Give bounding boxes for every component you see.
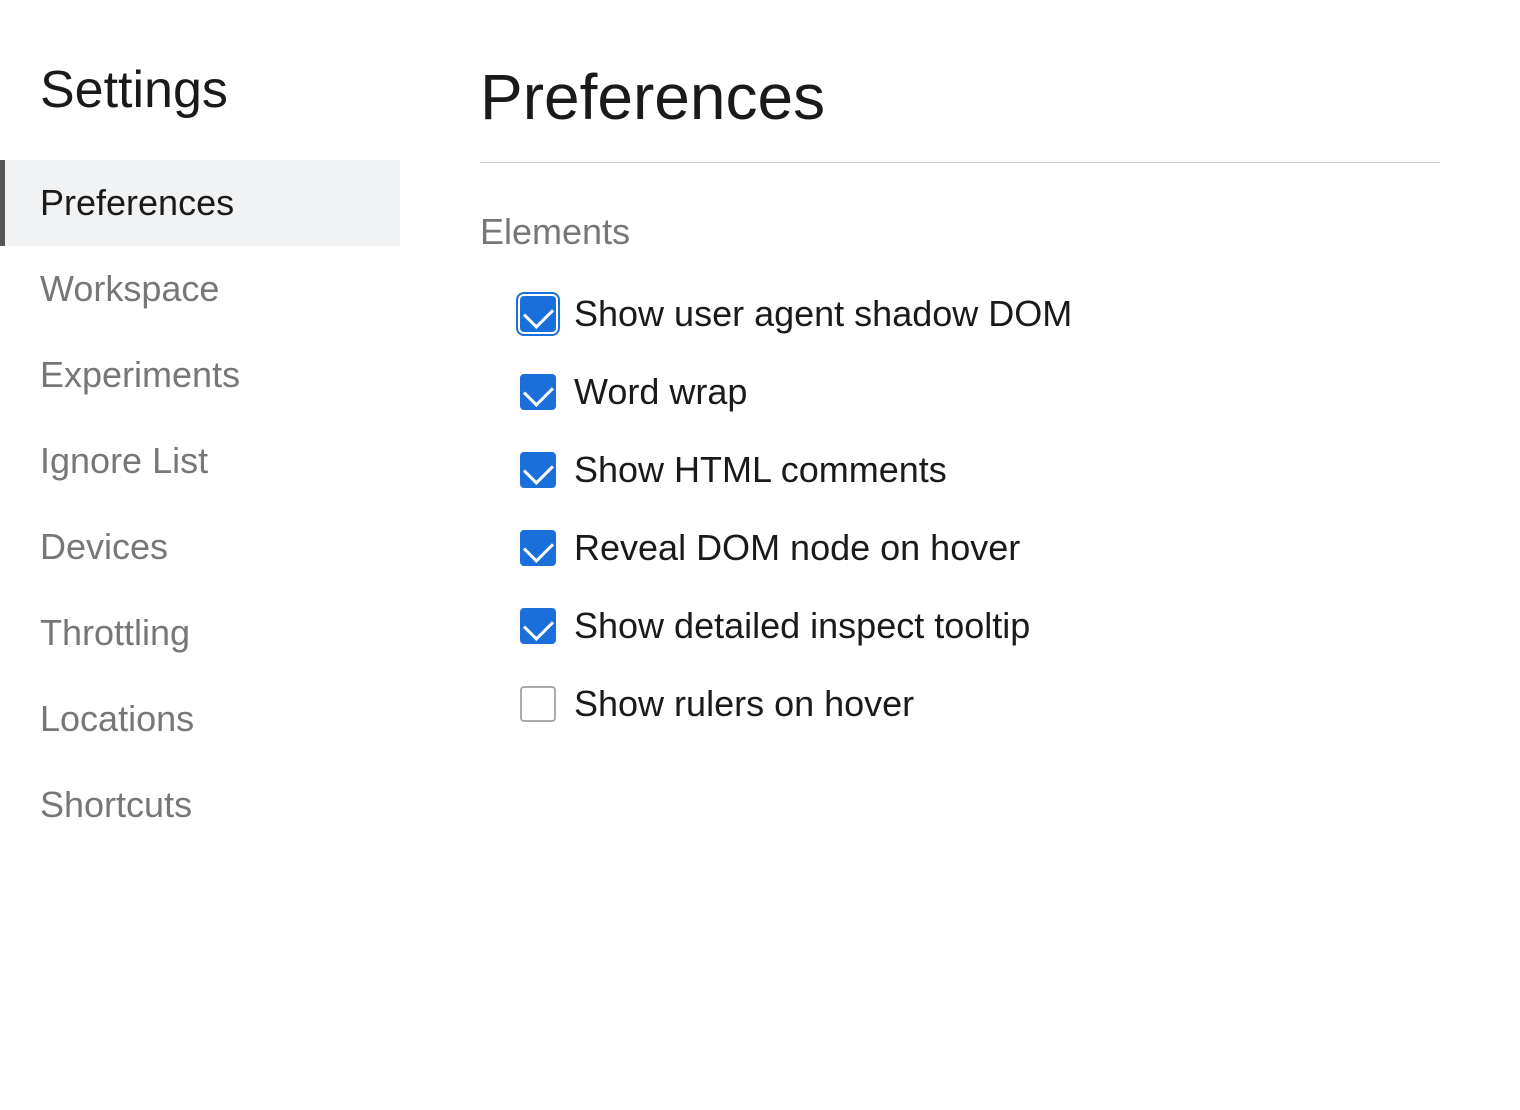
sidebar-item-workspace[interactable]: Workspace — [0, 246, 400, 332]
checkbox-text-html-comments: Show HTML comments — [574, 449, 947, 491]
checkbox-label-inspect-tooltip[interactable]: Show detailed inspect tooltip — [520, 605, 1030, 647]
checkbox-label-shadow-dom[interactable]: Show user agent shadow DOM — [520, 293, 1072, 335]
sidebar-item-devices[interactable]: Devices — [0, 504, 400, 590]
checkbox-label-word-wrap[interactable]: Word wrap — [520, 371, 747, 413]
sidebar-link-ignore-list[interactable]: Ignore List — [0, 418, 400, 504]
checkbox-text-word-wrap: Word wrap — [574, 371, 747, 413]
sidebar-item-experiments[interactable]: Experiments — [0, 332, 400, 418]
checkbox-item-word-wrap: Word wrap — [520, 371, 1440, 413]
checkbox-rulers[interactable] — [520, 686, 556, 722]
sidebar-item-preferences[interactable]: Preferences — [0, 160, 400, 246]
checkbox-shadow-dom[interactable] — [520, 296, 556, 332]
checkbox-text-reveal-dom: Reveal DOM node on hover — [574, 527, 1020, 569]
sidebar-link-locations[interactable]: Locations — [0, 676, 400, 762]
sidebar: Settings PreferencesWorkspaceExperiments… — [0, 0, 400, 1110]
sidebar-link-experiments[interactable]: Experiments — [0, 332, 400, 418]
checkbox-item-html-comments: Show HTML comments — [520, 449, 1440, 491]
divider — [480, 162, 1440, 163]
checkbox-label-html-comments[interactable]: Show HTML comments — [520, 449, 947, 491]
checkbox-list: Show user agent shadow DOM Word wrap Show … — [480, 293, 1440, 725]
sidebar-title: Settings — [0, 60, 400, 160]
main-content: Preferences Elements Show user agent sha… — [400, 0, 1520, 1110]
page-title: Preferences — [480, 60, 1440, 134]
sidebar-link-shortcuts[interactable]: Shortcuts — [0, 762, 400, 848]
sidebar-link-devices[interactable]: Devices — [0, 504, 400, 590]
checkbox-label-rulers[interactable]: Show rulers on hover — [520, 683, 914, 725]
sidebar-item-throttling[interactable]: Throttling — [0, 590, 400, 676]
checkbox-text-rulers: Show rulers on hover — [574, 683, 914, 725]
checkbox-item-rulers: Show rulers on hover — [520, 683, 1440, 725]
sidebar-item-ignore-list[interactable]: Ignore List — [0, 418, 400, 504]
sidebar-link-workspace[interactable]: Workspace — [0, 246, 400, 332]
sidebar-nav: PreferencesWorkspaceExperimentsIgnore Li… — [0, 160, 400, 848]
section-title: Elements — [480, 211, 1440, 253]
checkbox-word-wrap[interactable] — [520, 374, 556, 410]
checkbox-item-shadow-dom: Show user agent shadow DOM — [520, 293, 1440, 335]
sidebar-item-shortcuts[interactable]: Shortcuts — [0, 762, 400, 848]
checkbox-reveal-dom[interactable] — [520, 530, 556, 566]
sidebar-item-locations[interactable]: Locations — [0, 676, 400, 762]
checkbox-label-reveal-dom[interactable]: Reveal DOM node on hover — [520, 527, 1020, 569]
checkbox-inspect-tooltip[interactable] — [520, 608, 556, 644]
sidebar-link-throttling[interactable]: Throttling — [0, 590, 400, 676]
sidebar-link-preferences[interactable]: Preferences — [0, 160, 400, 246]
checkbox-item-inspect-tooltip: Show detailed inspect tooltip — [520, 605, 1440, 647]
checkbox-html-comments[interactable] — [520, 452, 556, 488]
checkbox-text-shadow-dom: Show user agent shadow DOM — [574, 293, 1072, 335]
checkbox-item-reveal-dom: Reveal DOM node on hover — [520, 527, 1440, 569]
checkbox-text-inspect-tooltip: Show detailed inspect tooltip — [574, 605, 1030, 647]
